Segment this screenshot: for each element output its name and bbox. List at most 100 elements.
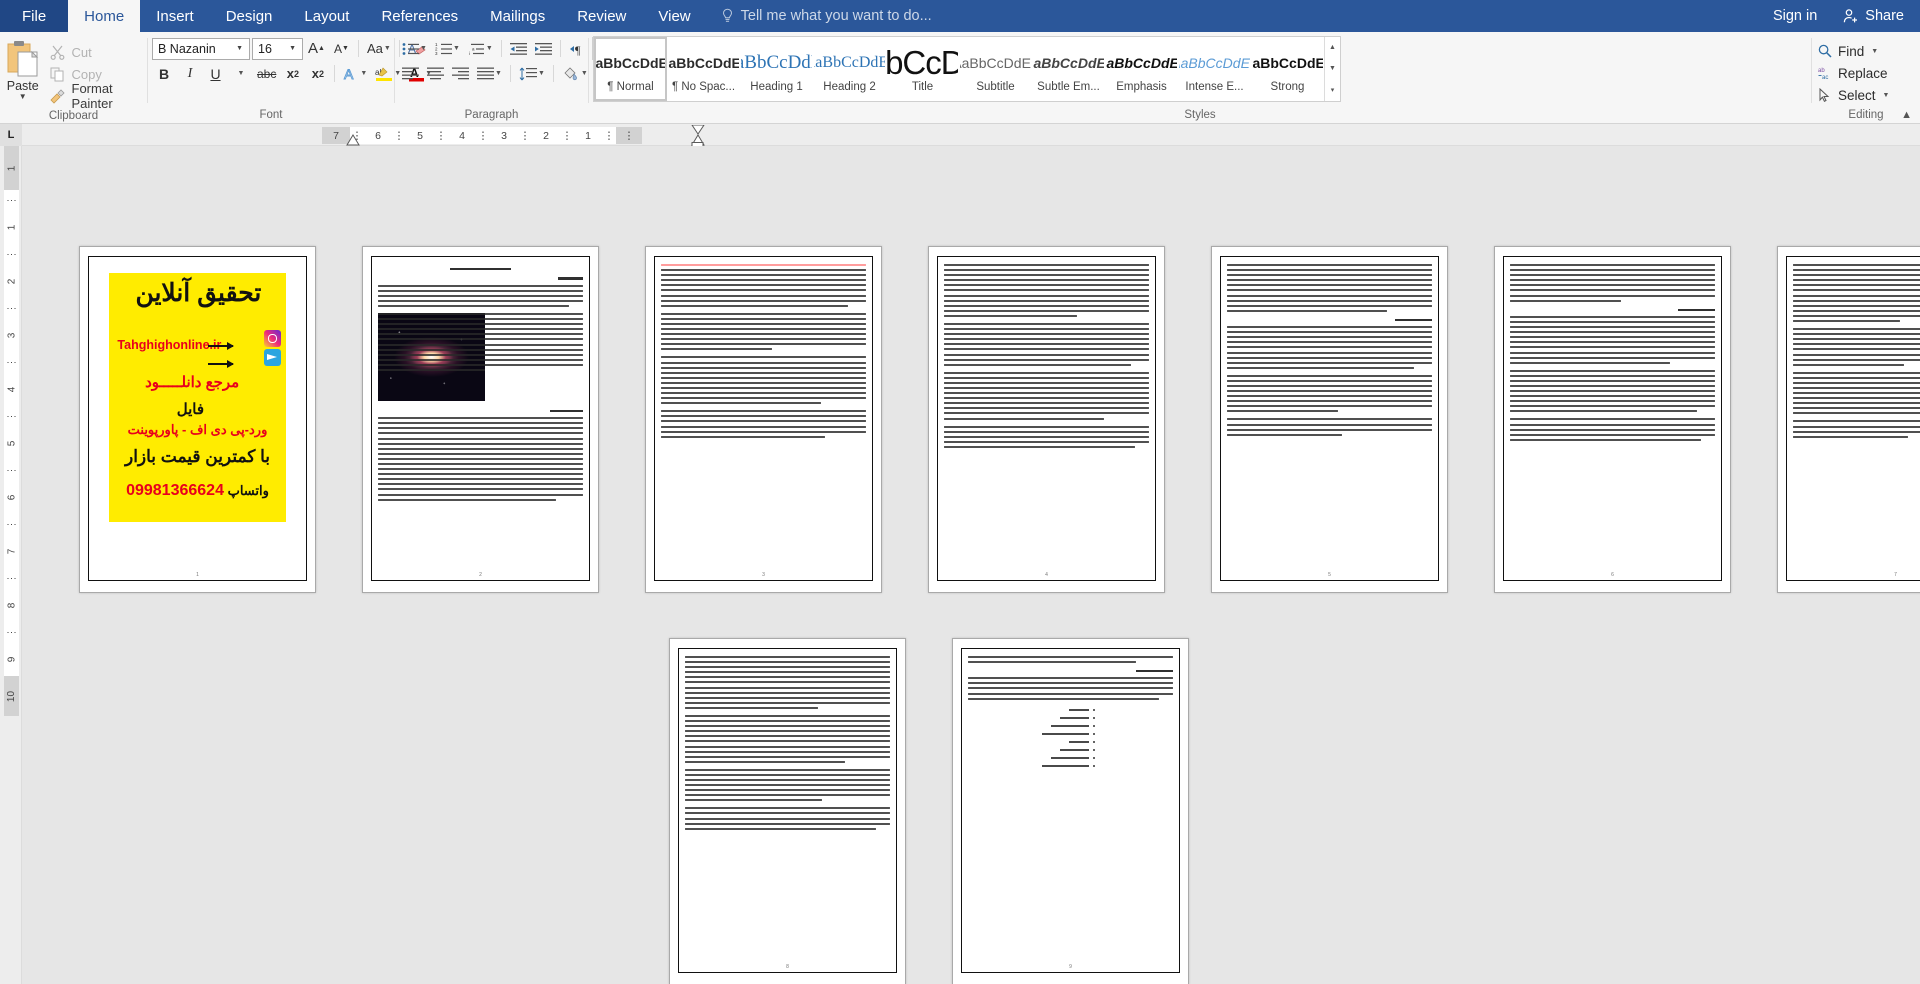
style-subtle-emphasis[interactable]: AaBbCcDdEe Subtle Em... — [1032, 37, 1105, 101]
styles-gallery[interactable]: AaBbCcDdEe ¶ Normal AaBbCcDdEe ¶ No Spac… — [593, 36, 1341, 102]
find-button[interactable]: Find ▼ — [1812, 40, 1878, 62]
cut-button[interactable]: Cut — [46, 41, 148, 63]
decrease-indent-button[interactable] — [507, 37, 530, 60]
sign-in-button[interactable]: Sign in — [1759, 0, 1831, 32]
tab-file[interactable]: File — [0, 0, 69, 32]
tab-design[interactable]: Design — [210, 0, 289, 32]
text-line — [661, 376, 866, 379]
multilevel-list-button[interactable]: a i ▼ — [465, 37, 496, 60]
text-line — [661, 338, 866, 341]
paragraph — [1227, 374, 1432, 413]
style-preview: AaBbCcDdEe — [596, 55, 665, 71]
tab-references[interactable]: References — [365, 0, 474, 32]
styles-gallery-scroll[interactable]: ▲ ▼ ▾ — [1324, 37, 1340, 101]
paste-dropdown-arrow[interactable]: ▼ — [19, 93, 27, 101]
paragraph — [378, 284, 583, 307]
text-line — [1227, 405, 1432, 408]
select-button[interactable]: Select ▼ — [1812, 84, 1889, 106]
vertical-ruler[interactable]: 1 ⋮ 1 ⋮ 2 ⋮ 3 ⋮ 4 ⋮ 5 ⋮ 6 ⋮ 7 ⋮ 8 ⋮ 9 10 — [0, 146, 22, 984]
page-thumbnail-9[interactable]: 9 — [952, 638, 1189, 984]
grow-font-button[interactable]: A ▲ — [305, 37, 328, 60]
increase-indent-button[interactable] — [532, 37, 555, 60]
strikethrough-button[interactable]: abc — [254, 62, 279, 85]
tell-me-search[interactable]: Tell me what you want to do... — [707, 0, 946, 32]
text-effects-button[interactable]: A ▼ — [340, 62, 370, 85]
text-line — [944, 338, 1149, 341]
page-thumbnail-6[interactable]: 6 — [1494, 246, 1731, 593]
bullets-button[interactable]: ▼ — [399, 37, 430, 60]
page-thumbnail-4[interactable]: 4 — [928, 246, 1165, 593]
styles-more-button[interactable]: ▾ — [1325, 80, 1340, 101]
tab-view[interactable]: View — [642, 0, 706, 32]
vruler-tick-4: 4 — [4, 372, 19, 406]
vruler-minor: ⋮ — [4, 460, 19, 480]
first-line-indent-marker[interactable] — [345, 134, 361, 146]
tab-mailings[interactable]: Mailings — [474, 0, 561, 32]
horizontal-ruler[interactable]: L 7 ⋮ 6 ⋮ 5 ⋮ 4 ⋮ 3 ⋮ 2 ⋮ 1 ⋮ ⋮ — [0, 123, 1920, 149]
horizontal-ruler-scale: 7 ⋮ 6 ⋮ 5 ⋮ 4 ⋮ 3 ⋮ 2 ⋮ 1 ⋮ ⋮ — [322, 127, 642, 144]
format-painter-button[interactable]: Format Painter — [46, 81, 148, 111]
change-case-button[interactable]: Aa ▼ — [364, 37, 394, 60]
text-line — [1227, 304, 1432, 307]
tab-insert[interactable]: Insert — [140, 0, 210, 32]
font-name-value: B Nazanin — [158, 41, 216, 56]
style-heading-1[interactable]: AaBbCcDdEe Heading 1 — [740, 37, 813, 101]
collapse-ribbon-button[interactable]: ▲ — [1901, 109, 1912, 121]
text-line — [661, 420, 866, 423]
underline-dropdown[interactable]: ▼ — [229, 62, 252, 85]
tab-layout[interactable]: Layout — [288, 0, 365, 32]
text-line — [944, 392, 1149, 395]
style-emphasis[interactable]: AaBbCcDdEe Emphasis — [1105, 37, 1178, 101]
group-styles: AaBbCcDdEe ¶ Normal AaBbCcDdEe ¶ No Spac… — [589, 32, 1811, 124]
paragraph — [661, 312, 866, 351]
style-intense-emphasis[interactable]: AaBbCcDdEe Intense E... — [1178, 37, 1251, 101]
tab-review[interactable]: Review — [561, 0, 642, 32]
font-name-combo[interactable]: B Nazanin ▼ — [152, 37, 250, 60]
align-left-button[interactable] — [399, 62, 422, 85]
page-number: 3 — [762, 572, 765, 578]
document-canvas[interactable]: تحقیق آنلاین Tahghighonline.ir مرجع دانلــ… — [23, 146, 1920, 984]
page-thumbnail-5[interactable]: 5 — [1211, 246, 1448, 593]
style-preview: AaBbCcDdEe — [1106, 55, 1177, 71]
bold-button[interactable]: B — [152, 62, 176, 85]
replace-button[interactable]: ab ac Replace — [1812, 62, 1888, 84]
text-line — [1510, 351, 1715, 354]
justify-button[interactable]: ▼ — [474, 62, 505, 85]
superscript-button[interactable]: x2 — [306, 62, 329, 85]
style-title[interactable]: AaBbCcDdEe Title — [886, 37, 959, 101]
subscript-button[interactable]: x2 — [281, 62, 304, 85]
page-content: 9 — [961, 648, 1180, 973]
ltr-text-direction-button[interactable]: ¶ — [566, 37, 590, 60]
align-center-button[interactable] — [424, 62, 447, 85]
line-spacing-button[interactable]: ▼ — [516, 62, 548, 85]
style-subtitle[interactable]: AaBbCcDdEe Subtitle — [959, 37, 1032, 101]
shading-button[interactable]: ▼ — [559, 62, 591, 85]
page-thumbnail-2[interactable]: 2 — [362, 246, 599, 593]
tab-home[interactable]: Home — [68, 0, 141, 32]
page-thumbnail-3[interactable]: 3 — [645, 246, 882, 593]
numbering-button[interactable]: 1 2 3 ▼ — [432, 37, 463, 60]
italic-button[interactable]: I — [178, 62, 202, 85]
style-no-spacing[interactable]: AaBbCcDdEe ¶ No Spac... — [667, 37, 740, 101]
share-button[interactable]: Share — [1831, 0, 1920, 32]
styles-scroll-up[interactable]: ▲ — [1325, 37, 1340, 58]
font-size-combo[interactable]: 16 ▼ — [252, 37, 303, 60]
page-thumbnail-1[interactable]: تحقیق آنلاین Tahghighonline.ir مرجع دانلــ… — [79, 246, 316, 593]
style-normal[interactable]: AaBbCcDdEe ¶ Normal — [594, 37, 667, 101]
tab-stop-selector[interactable]: L — [0, 123, 22, 146]
align-right-button[interactable] — [449, 62, 472, 85]
underline-button[interactable]: U — [204, 62, 227, 85]
style-strong[interactable]: AaBbCcDdEe Strong — [1251, 37, 1324, 101]
list-item — [968, 730, 1096, 738]
page-thumbnail-8[interactable]: 8 — [669, 638, 906, 984]
shrink-font-button[interactable]: A ▼ — [330, 37, 353, 60]
paste-button[interactable]: Paste ▼ — [0, 36, 46, 107]
styles-scroll-down[interactable]: ▼ — [1325, 58, 1340, 79]
text-line — [378, 299, 583, 302]
style-heading-2[interactable]: AaBbCcDdEe Heading 2 — [813, 37, 886, 101]
heading-line — [1395, 318, 1432, 322]
text-line — [661, 415, 866, 418]
vertical-ruler-scale: 1 ⋮ 1 ⋮ 2 ⋮ 3 ⋮ 4 ⋮ 5 ⋮ 6 ⋮ 7 ⋮ 8 ⋮ 9 10 — [4, 146, 19, 716]
page-thumbnail-7[interactable]: 7 — [1777, 246, 1920, 593]
page-content: 5 — [1220, 256, 1439, 581]
